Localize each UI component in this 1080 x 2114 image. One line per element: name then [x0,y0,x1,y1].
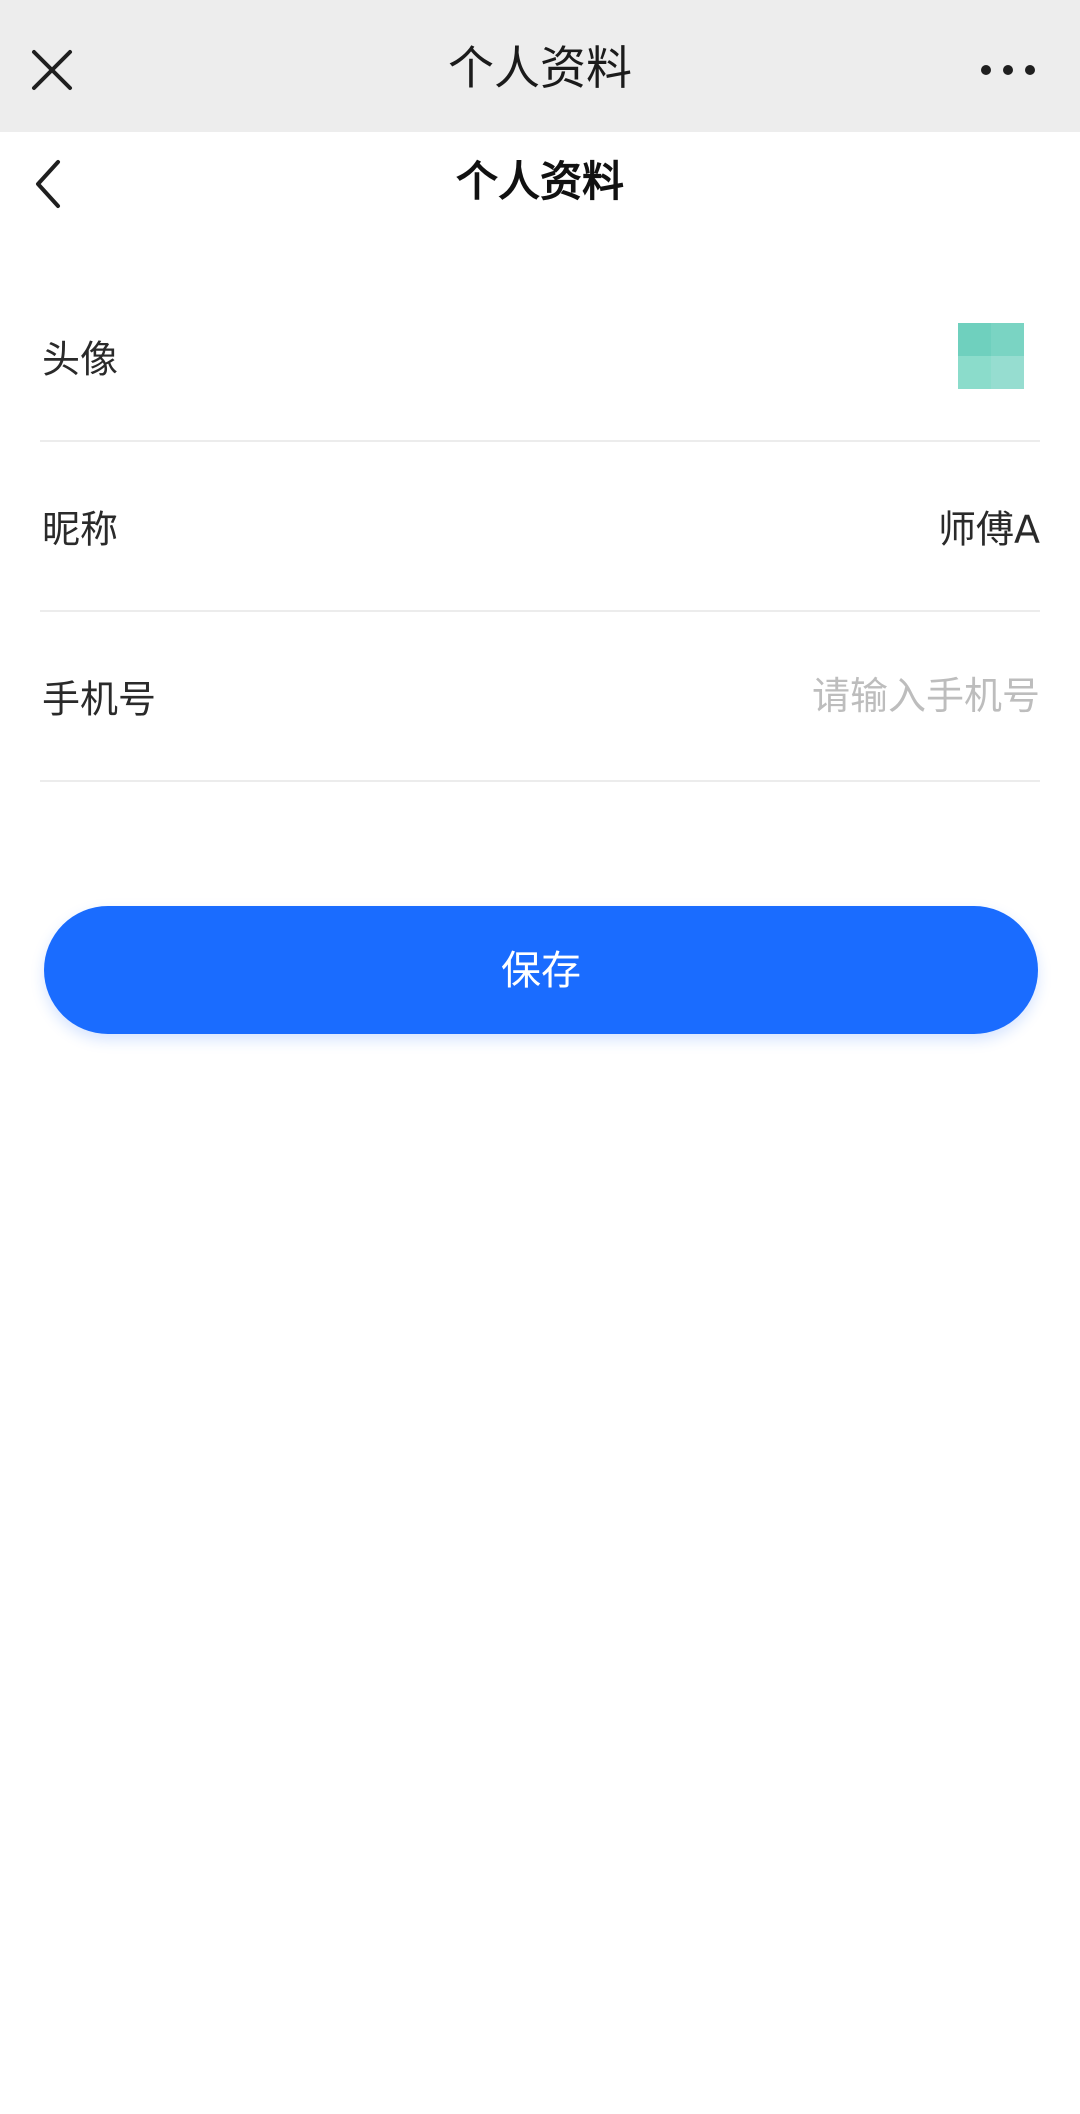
avatar-tile [991,356,1024,389]
nickname-value[interactable]: 师傅A [938,499,1040,554]
window-top-bar: 个人资料 [0,0,1080,132]
save-button[interactable]: 保存 [44,906,1038,1034]
window-title: 个人资料 [448,41,632,95]
profile-form: 头像 昵称 师傅A 手机号 [40,272,1040,782]
avatar[interactable] [958,323,1024,389]
avatar-row[interactable]: 头像 [40,272,1040,442]
avatar-tile [958,323,991,356]
page-title: 个人资料 [455,157,624,206]
avatar-label: 头像 [42,337,119,382]
nickname-label: 昵称 [42,507,119,552]
page-nav-bar: 个人资料 [0,132,1080,242]
avatar-tile [958,356,991,389]
nickname-row[interactable]: 昵称 师傅A [40,442,1040,612]
avatar-tile [991,323,1024,356]
phone-label: 手机号 [42,677,157,722]
more-icon[interactable] [978,58,1038,82]
phone-row[interactable]: 手机号 [40,612,1040,782]
phone-input[interactable] [480,674,1040,718]
